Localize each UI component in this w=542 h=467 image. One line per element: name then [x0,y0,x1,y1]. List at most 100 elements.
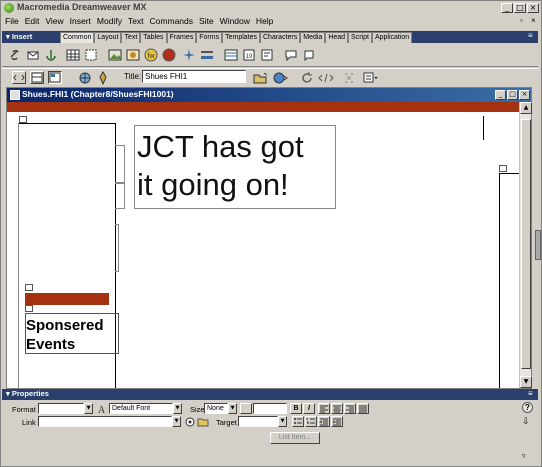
image-icon[interactable] [108,48,122,62]
doc-close-icon[interactable]: × [531,16,536,25]
align-center-button[interactable] [331,403,343,414]
list-item-button[interactable]: List Item... [270,432,320,444]
menu-edit[interactable]: Edit [22,15,43,27]
font-select[interactable]: Default Font [109,403,173,414]
panel-options-icon[interactable]: ≡ [528,389,533,398]
doc-maximize-button[interactable]: □ [507,90,518,100]
email-link-icon[interactable] [26,48,40,62]
headline-box[interactable]: JCT has got it going on! [134,125,336,209]
tab-script[interactable]: Script [348,32,372,43]
help-icon[interactable]: ? [522,402,533,413]
refresh-icon[interactable] [300,71,314,85]
insert-panel-title[interactable]: ▾ Insert [6,32,32,41]
tab-frames[interactable]: Frames [166,32,197,43]
maximize-button[interactable]: □ [514,3,526,13]
font-dropdown-icon[interactable]: ▼ [173,403,182,414]
doc-minimize-button[interactable]: _ [495,90,506,100]
properties-panel-header[interactable]: ▾ Properties ≡ [2,389,538,400]
preview-browser-icon[interactable] [272,71,288,85]
browse-folder-icon[interactable] [197,417,209,427]
unordered-list-button[interactable] [292,416,304,427]
target-dropdown-icon[interactable]: ▼ [278,416,287,427]
layer-marker-icon[interactable] [25,284,33,291]
insert-panel-header[interactable]: ▾ Insert Common Layout Text Tables Frame… [2,31,538,43]
menu-text[interactable]: Text [125,15,147,27]
menu-window[interactable]: Window [217,15,253,27]
minimize-button[interactable]: _ [501,3,513,13]
server-side-include-icon[interactable] [302,48,316,62]
resize-grip-icon[interactable]: ▿ [522,452,526,460]
format-select[interactable] [38,403,84,414]
link-dropdown-icon[interactable]: ▼ [172,416,181,427]
named-anchor-icon[interactable] [44,48,58,62]
hyperlink-icon[interactable] [8,48,22,62]
tab-application[interactable]: Application [371,32,413,43]
target-select[interactable] [238,416,278,427]
tab-head[interactable]: Head [325,32,349,43]
design-canvas[interactable]: JCT has got it going on! Sponsered Event… [7,102,520,388]
comment-icon[interactable] [284,48,298,62]
expand-panel-icon[interactable]: ⇩ [522,416,530,427]
design-view-button[interactable] [48,71,62,84]
layer-marker-icon[interactable] [25,305,33,312]
panel-options-icon[interactable]: ≡ [528,31,533,40]
doc-close-button[interactable]: × [519,90,530,100]
ordered-list-button[interactable] [305,416,317,427]
split-view-button[interactable] [30,71,44,84]
layer-marker-icon[interactable] [19,116,27,123]
layer-marker-icon[interactable] [499,165,507,172]
view-options-icon[interactable] [362,71,378,85]
tab-common[interactable]: Common [60,32,95,43]
page-title-input[interactable]: Shues FHI1 [142,70,246,83]
format-dropdown-icon[interactable]: ▼ [84,403,93,414]
fireworks-icon[interactable]: fw [144,48,158,62]
tabular-data-icon[interactable] [224,48,238,62]
size-select[interactable]: None [204,403,228,414]
tab-tables[interactable]: Tables [140,32,167,43]
layer-icon[interactable] [84,48,98,62]
tab-text[interactable]: Text [121,32,141,43]
tab-media[interactable]: Media [300,32,326,43]
horizontal-rule-icon[interactable] [200,48,214,62]
align-left-button[interactable] [318,403,330,414]
close-button[interactable]: × [527,3,539,13]
italic-button[interactable]: I [303,403,315,414]
outdent-button[interactable] [318,416,330,427]
date-icon[interactable]: 19 [242,48,256,62]
vertical-scrollbar[interactable]: ▲ ▼ [519,102,532,388]
scroll-down-button[interactable]: ▼ [520,376,532,388]
scroll-up-button[interactable]: ▲ [520,102,532,114]
menu-site[interactable]: Site [196,15,217,27]
tab-forms[interactable]: Forms [196,32,223,43]
text-color-swatch[interactable] [240,403,252,414]
tab-templates[interactable]: Templates [222,32,260,43]
doc-restore-icon[interactable]: ▫ [520,16,523,25]
tag-chooser-icon[interactable] [260,48,274,62]
indent-button[interactable] [331,416,343,427]
menu-view[interactable]: View [42,15,66,27]
menu-commands[interactable]: Commands [147,15,196,27]
menu-file[interactable]: File [2,15,22,27]
code-view-button[interactable] [12,71,26,84]
text-color-input[interactable] [253,403,287,414]
tab-layout[interactable]: Layout [94,32,122,43]
sponsor-box[interactable]: Sponsered Events [25,313,119,354]
menu-insert[interactable]: Insert [67,15,94,27]
tab-characters[interactable]: Characters [260,32,301,43]
navigation-bar-icon[interactable] [182,48,196,62]
size-dropdown-icon[interactable]: ▼ [228,403,237,414]
server-debug-icon[interactable] [96,71,110,85]
menu-help[interactable]: Help [253,15,276,27]
flash-icon[interactable] [162,48,176,62]
table-icon[interactable] [66,48,80,62]
justify-button[interactable] [357,403,369,414]
file-management-icon[interactable] [252,71,268,85]
align-right-button[interactable] [344,403,356,414]
scroll-thumb[interactable] [521,119,531,369]
rollover-image-icon[interactable] [126,48,140,62]
live-data-icon[interactable] [78,71,92,85]
reference-icon[interactable] [318,71,334,85]
point-to-file-icon[interactable] [185,417,195,427]
code-navigation-icon[interactable] [342,71,356,85]
link-input[interactable] [38,416,172,427]
